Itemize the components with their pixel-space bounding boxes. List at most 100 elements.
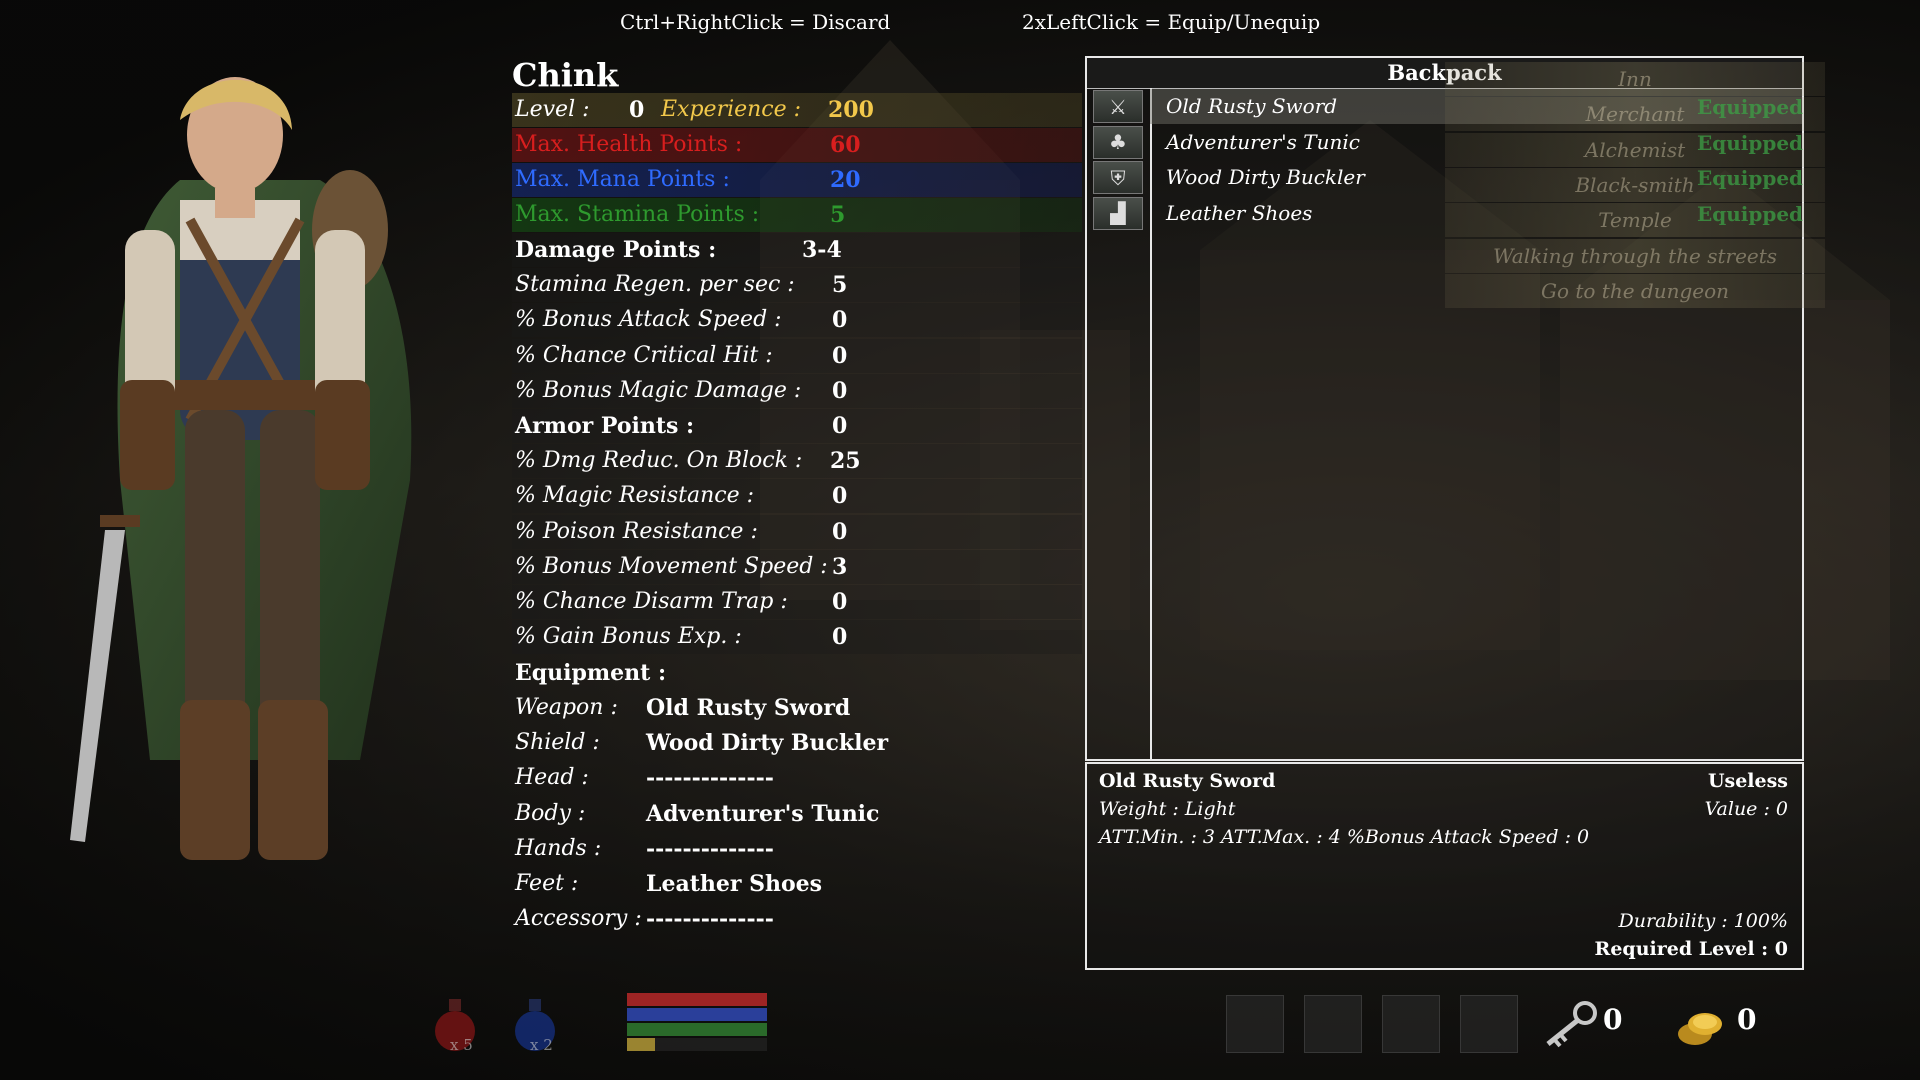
equipment-slot-value: Wood Dirty Buckler: [646, 730, 889, 757]
item-quality: Useless: [1707, 770, 1788, 792]
stat-row: Damage Points : 3-4: [512, 233, 1082, 267]
stat-row: % Chance Critical Hit : 0: [512, 338, 1082, 373]
stat-row: % Gain Bonus Exp. : 0: [512, 620, 1082, 655]
health-bar: [627, 993, 767, 1006]
equipment-slot-value: --------------: [646, 765, 774, 792]
stat-value: 0: [832, 307, 848, 334]
town-menu-item[interactable]: Walking through the streets: [1445, 238, 1825, 273]
equipment-slot[interactable]: Head : --------------: [512, 761, 912, 795]
experience-value: 200: [828, 97, 874, 123]
stamina-row: Max. Stamina Points : 5: [512, 198, 1082, 232]
stat-value: 3: [832, 553, 848, 580]
mana-row: Max. Mana Points : 20: [512, 163, 1082, 197]
equipment-slot-value: --------------: [646, 835, 774, 862]
equipment-slot[interactable]: Shield : Wood Dirty Buckler: [512, 726, 912, 760]
stat-row: % Magic Resistance : 0: [512, 479, 1082, 514]
stamina-bar: [627, 1023, 767, 1036]
equipped-tag: Equipped: [1697, 201, 1804, 226]
stat-label: % Gain Bonus Exp. :: [515, 624, 742, 650]
quick-slot-3[interactable]: [1382, 995, 1440, 1053]
equipment-slot-label: Hands :: [515, 835, 602, 861]
shield-icon[interactable]: ⛨: [1093, 161, 1143, 194]
equipped-tag: Equipped: [1697, 130, 1804, 155]
sword-icon[interactable]: ⚔: [1093, 90, 1143, 123]
equipment-slot-label: Shield :: [515, 730, 600, 756]
equipment-slot[interactable]: Accessory : --------------: [512, 902, 912, 936]
key-count: 0: [1603, 1003, 1623, 1036]
stat-value: 0: [832, 377, 848, 404]
equipped-tag: Equipped: [1697, 95, 1804, 119]
equip-hint: 2xLeftClick = Equip/Unequip: [1022, 10, 1321, 34]
stat-label: % Bonus Movement Speed :: [515, 553, 828, 579]
stat-label: % Dmg Reduc. On Block :: [515, 448, 803, 474]
stat-row: Stamina Regen. per sec : 5: [512, 268, 1082, 303]
equipment-slot[interactable]: Feet : Leather Shoes: [512, 867, 912, 901]
stat-label: % Magic Resistance :: [515, 483, 755, 509]
resource-bars: [627, 993, 767, 1055]
equipment-slot-value: --------------: [646, 906, 774, 933]
town-menu-item[interactable]: Go to the dungeon: [1445, 273, 1825, 308]
level-label: Level :: [515, 97, 590, 122]
stamina-label: Max. Stamina Points :: [515, 202, 760, 227]
stat-value: 3-4: [802, 237, 842, 263]
stat-row: % Bonus Attack Speed : 0: [512, 303, 1082, 338]
equipment-slot-value: Leather Shoes: [646, 871, 823, 897]
level-value: 0: [629, 97, 645, 123]
stat-row: % Bonus Magic Damage : 0: [512, 373, 1082, 408]
character-name: Chink: [512, 56, 619, 94]
mana-bar: [627, 1008, 767, 1021]
hero-portrait: [70, 77, 412, 860]
health-row: Max. Health Points : 60: [512, 128, 1082, 162]
quick-slot-1[interactable]: [1226, 995, 1284, 1053]
stat-value: 0: [832, 518, 848, 545]
stat-row: % Poison Resistance : 0: [512, 514, 1082, 549]
mana-value: 20: [830, 167, 861, 193]
boot-icon[interactable]: ▟: [1093, 196, 1143, 230]
equipment-slot-label: Accessory :: [515, 906, 642, 932]
stat-label: % Bonus Attack Speed :: [515, 307, 782, 333]
item-name: Old Rusty Sword: [1099, 770, 1276, 792]
equipped-tag: Equipped: [1697, 166, 1804, 190]
stat-row: Armor Points : 0: [512, 409, 1082, 443]
stat-label: Armor Points :: [515, 413, 695, 439]
quick-slot-2[interactable]: [1304, 995, 1362, 1053]
stamina-value: 5: [830, 202, 846, 228]
equipment-slot-label: Feet :: [515, 871, 579, 896]
stat-value: 5: [832, 272, 848, 299]
stat-value: 0: [832, 589, 848, 615]
stat-row: % Dmg Reduc. On Block : 25: [512, 444, 1082, 479]
health-label: Max. Health Points :: [515, 132, 743, 157]
item-details-panel: Old Rusty Sword Useless Weight : Light V…: [1085, 762, 1804, 970]
item-attack-stats: ATT.Min. : 3 ATT.Max. : 4 %Bonus Attack …: [1099, 826, 1590, 848]
stat-label: % Chance Disarm Trap :: [515, 589, 788, 614]
mana-label: Max. Mana Points :: [515, 167, 730, 192]
mana-potion-count: x 2: [530, 1036, 553, 1054]
key-icon: [1546, 1001, 1597, 1048]
stat-label: Damage Points :: [515, 237, 717, 263]
experience-bar: [627, 1038, 767, 1051]
stat-value: 25: [830, 448, 861, 475]
stat-label: Stamina Regen. per sec :: [515, 272, 795, 298]
equipment-slot-value: Adventurer's Tunic: [646, 800, 880, 827]
discard-hint: Ctrl+RightClick = Discard: [620, 10, 891, 34]
item-durability: Durability : 100%: [1618, 910, 1788, 932]
stat-row: % Bonus Movement Speed :3: [512, 549, 1082, 584]
equipment-slot[interactable]: Body : Adventurer's Tunic: [512, 797, 912, 831]
stat-label: % Chance Critical Hit :: [515, 342, 773, 368]
stat-value: 0: [832, 413, 848, 439]
gold-count: 0: [1737, 1003, 1757, 1036]
quick-slot-4[interactable]: [1460, 995, 1518, 1053]
equipment-slot[interactable]: Hands : --------------: [512, 832, 912, 866]
equipment-title: Equipment :: [515, 660, 667, 686]
item-weight: Weight : Light: [1099, 798, 1236, 820]
health-value: 60: [830, 132, 861, 158]
stat-label: % Bonus Magic Damage :: [515, 377, 802, 403]
equipment-slot[interactable]: Weapon : Old Rusty Sword: [512, 691, 912, 725]
stat-label: % Poison Resistance :: [515, 518, 758, 544]
stat-value: 0: [832, 624, 848, 651]
equipment-slot-value: Old Rusty Sword: [646, 695, 851, 721]
tunic-icon[interactable]: ♣: [1093, 125, 1143, 159]
experience-label: Experience :: [661, 97, 802, 122]
health-potion-count: x 5: [450, 1036, 473, 1054]
stat-value: 0: [832, 483, 848, 510]
